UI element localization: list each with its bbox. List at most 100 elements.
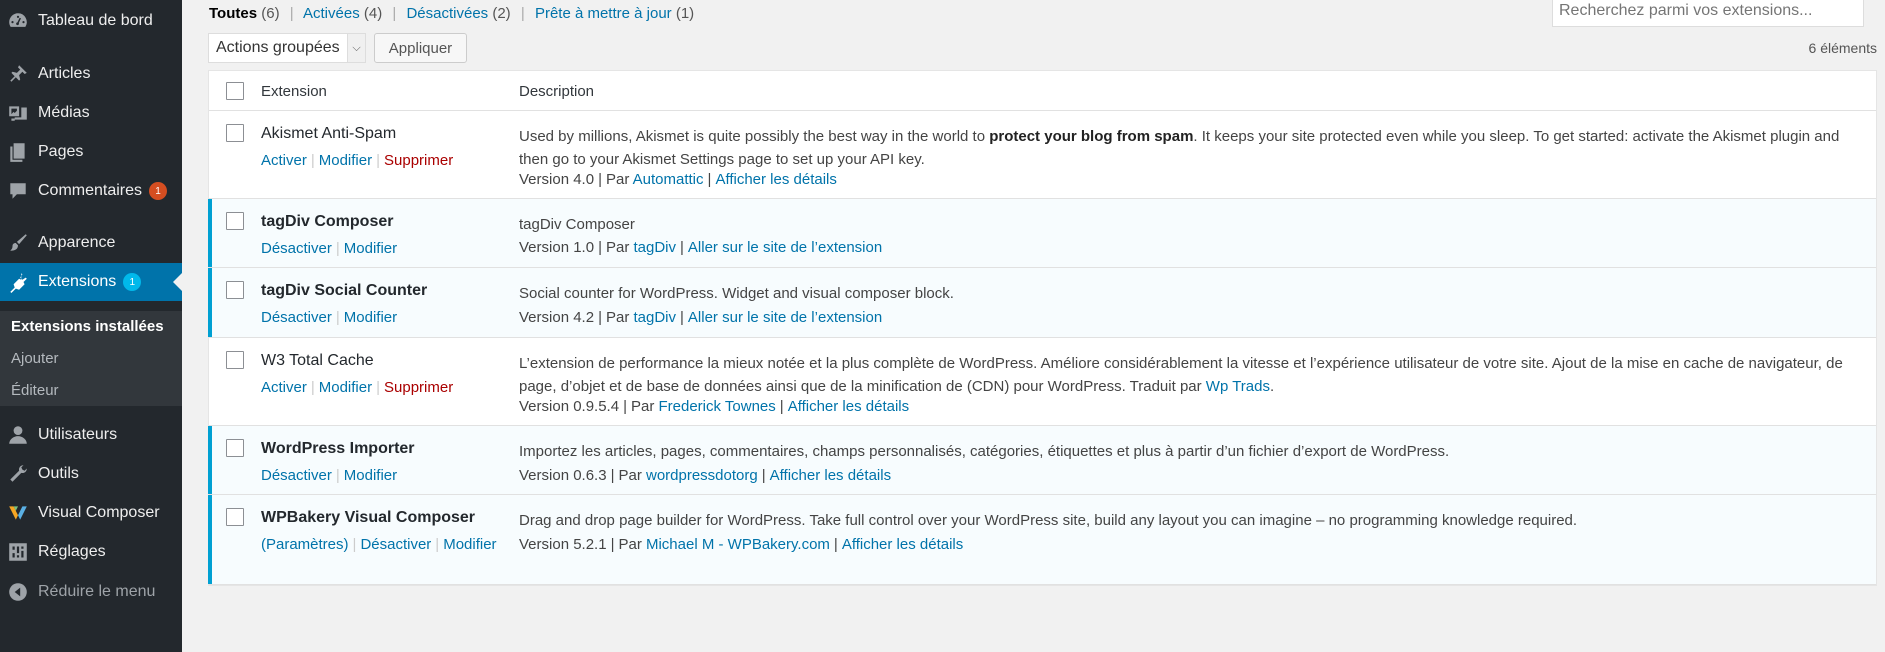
plugin-version: Version 1.0 — [519, 239, 595, 256]
translator-link[interactable]: Wp Trads — [1206, 378, 1270, 395]
plugin-row-wpbakery-visual-composer: WPBakery Visual Composer (Paramètres) | Dé… — [208, 495, 1876, 585]
by-label: Par — [605, 239, 630, 256]
menu-appearance[interactable]: Apparence — [0, 224, 182, 262]
deactivate-link[interactable]: Désactiver — [360, 536, 431, 553]
plugin-checkbox[interactable] — [226, 124, 244, 142]
admin-sidebar: Tableau de bord Articles Médias Pages Co… — [0, 0, 182, 652]
plugin-meta: Version 5.2.1 | Par Michael M - WPBakery.c… — [519, 536, 964, 553]
row-actions: Désactiver | Modifier — [261, 240, 397, 257]
menu-articles[interactable]: Articles — [0, 55, 182, 93]
plugin-checkbox[interactable] — [226, 439, 244, 457]
edit-link[interactable]: Modifier — [344, 309, 397, 326]
action-separator: | — [310, 152, 315, 169]
plugin-checkbox[interactable] — [226, 508, 244, 526]
edit-link[interactable]: Modifier — [319, 379, 372, 396]
menu-label: Apparence — [38, 234, 116, 251]
menu-dashboard[interactable]: Tableau de bord — [0, 2, 182, 40]
menu-tools[interactable]: Outils — [0, 455, 182, 493]
plugin-checkbox[interactable] — [226, 212, 244, 230]
plugin-site-link[interactable]: Aller sur le site de l’extension — [688, 309, 882, 326]
apply-button[interactable]: Appliquer — [374, 33, 467, 63]
menu-comments[interactable]: Commentaires 1 — [0, 172, 182, 210]
details-link[interactable]: Afficher les détails — [770, 467, 891, 484]
author-link[interactable]: wordpressdotorg — [646, 467, 758, 484]
filter-separator: | — [289, 5, 294, 22]
menu-medias[interactable]: Médias — [0, 94, 182, 132]
filter-active[interactable]: Activées — [303, 5, 360, 22]
plugin-description: Drag and drop page builder for WordPress… — [519, 509, 1864, 532]
menu-label: Pages — [38, 143, 84, 160]
submenu-editor[interactable]: Éditeur — [11, 382, 59, 399]
filter-all[interactable]: Toutes — [209, 5, 257, 22]
by-label: Par — [605, 171, 630, 188]
filter-inactive-count: (2) — [492, 5, 511, 22]
plugin-checkbox[interactable] — [226, 281, 244, 299]
edit-link[interactable]: Modifier — [344, 240, 397, 257]
plugin-row-tagdiv-social-counter: tagDiv Social Counter Désactiver | Modifie… — [208, 268, 1876, 338]
author-link[interactable]: tagDiv — [633, 239, 676, 256]
details-link[interactable]: Afficher les détails — [842, 536, 963, 553]
plugin-description: Social counter for WordPress. Widget and… — [519, 282, 1864, 305]
submenu-installed-plugins[interactable]: Extensions installées — [11, 318, 164, 335]
pages-icon — [7, 141, 29, 163]
menu-label: Extensions — [38, 273, 117, 290]
plugin-search-input[interactable] — [1552, 0, 1864, 27]
wrench-icon — [7, 463, 29, 485]
collapse-menu-button[interactable]: Réduire le menu — [0, 573, 182, 611]
bulk-actions-select[interactable]: Actions groupées ⌵ — [208, 33, 366, 63]
by-label: Par — [618, 536, 642, 553]
edit-link[interactable]: Modifier — [344, 467, 397, 484]
plugin-row-wordpress-importer: WordPress Importer Désactiver | Modifier I… — [208, 426, 1876, 495]
action-separator: | — [352, 536, 357, 553]
author-link[interactable]: tagDiv — [633, 309, 676, 326]
action-separator: | — [335, 240, 340, 257]
menu-extensions[interactable]: Extensions 1 — [0, 263, 182, 301]
pin-icon — [7, 63, 29, 85]
activate-link[interactable]: Activer — [261, 152, 307, 169]
details-link[interactable]: Afficher les détails — [788, 398, 909, 415]
author-link[interactable]: Michael M - WPBakery.com — [646, 536, 830, 553]
column-extension: Extension — [261, 83, 327, 100]
row-actions: Activer | Modifier | Supprimer — [261, 152, 453, 169]
author-link[interactable]: Automattic — [633, 171, 704, 188]
plugin-version: Version 4.2 — [519, 309, 595, 326]
settings-link[interactable]: (Paramètres) — [261, 536, 349, 553]
dashboard-icon — [7, 10, 29, 32]
select-all-checkbox[interactable] — [226, 82, 244, 100]
details-link[interactable]: Afficher les détails — [715, 171, 836, 188]
bulk-actions-value: Actions groupées — [216, 39, 340, 56]
deactivate-link[interactable]: Désactiver — [261, 467, 332, 484]
deactivate-link[interactable]: Désactiver — [261, 240, 332, 257]
author-link[interactable]: Frederick Townes — [659, 398, 776, 415]
deactivate-link[interactable]: Désactiver — [261, 309, 332, 326]
menu-users[interactable]: Utilisateurs — [0, 416, 182, 454]
menu-settings[interactable]: Réglages — [0, 533, 182, 571]
filter-upgrade[interactable]: Prête à mettre à jour — [535, 5, 672, 22]
plugin-site-link[interactable]: Aller sur le site de l’extension — [688, 239, 882, 256]
menu-pages[interactable]: Pages — [0, 133, 182, 171]
activate-link[interactable]: Activer — [261, 379, 307, 396]
media-icon — [7, 102, 29, 124]
menu-visual-composer[interactable]: Visual Composer — [0, 494, 182, 532]
row-actions: (Paramètres) | Désactiver | Modifier — [261, 536, 497, 553]
plugins-table: Extension Description Akismet Anti-Spam … — [208, 70, 1877, 586]
submenu-add-plugin[interactable]: Ajouter — [11, 350, 59, 367]
edit-link[interactable]: Modifier — [319, 152, 372, 169]
extensions-update-badge: 1 — [123, 273, 142, 291]
edit-link[interactable]: Modifier — [443, 536, 496, 553]
items-count: 6 éléments — [1808, 40, 1877, 56]
delete-link[interactable]: Supprimer — [384, 152, 453, 169]
row-actions: Désactiver | Modifier — [261, 467, 397, 484]
plugin-row-tagdiv-composer: tagDiv Composer Désactiver | Modifier tagD… — [208, 199, 1876, 268]
filter-separator: | — [392, 5, 397, 22]
chevron-down-icon: ⌵ — [347, 34, 365, 62]
description-text: Drag and drop page builder for WordPress… — [519, 512, 1578, 529]
plugin-version: Version 0.9.5.4 — [519, 398, 620, 415]
filter-inactive[interactable]: Désactivées — [406, 5, 488, 22]
plugin-checkbox[interactable] — [226, 351, 244, 369]
delete-link[interactable]: Supprimer — [384, 379, 453, 396]
plugin-version: Version 4.0 — [519, 171, 595, 188]
filter-all-count: (6) — [261, 5, 280, 22]
plugin-row-akismet: Akismet Anti-Spam Activer | Modifier | Suppr… — [209, 111, 1876, 199]
menu-label: Commentaires — [38, 182, 143, 199]
